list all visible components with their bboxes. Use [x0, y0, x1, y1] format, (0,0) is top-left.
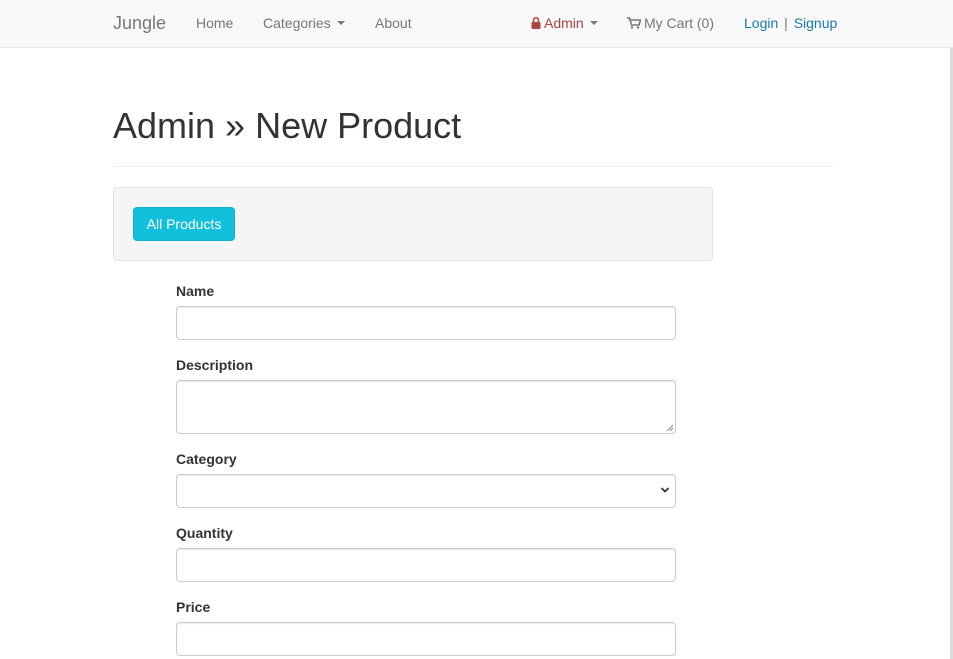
signup-link[interactable]: Signup	[794, 15, 838, 31]
cart-icon	[627, 17, 641, 29]
resize-grip-icon[interactable]	[666, 424, 674, 432]
nav-home-label: Home	[196, 15, 234, 31]
quantity-input[interactable]	[176, 548, 676, 582]
name-input[interactable]	[176, 306, 676, 340]
category-label: Category	[176, 451, 237, 467]
caret-down-icon	[336, 21, 345, 25]
brand-link[interactable]: Jungle	[113, 13, 166, 34]
nav-home-link[interactable]: Home	[196, 15, 233, 31]
nav-categories-label: Categories	[263, 15, 331, 31]
nav-admin-dropdown[interactable]: Admin	[531, 15, 598, 31]
auth-separator: |	[784, 15, 788, 31]
chevron-down-icon	[660, 487, 670, 493]
caret-down-icon	[589, 21, 598, 25]
description-textarea[interactable]	[176, 380, 676, 434]
category-select-box[interactable]	[176, 474, 676, 508]
lock-icon	[531, 17, 541, 29]
all-products-button[interactable]: All Products	[133, 207, 235, 241]
nav-categories-dropdown[interactable]: Categories	[263, 15, 345, 31]
quantity-label: Quantity	[176, 525, 233, 541]
description-container	[176, 380, 676, 434]
nav-about-link[interactable]: About	[375, 15, 412, 31]
nav-cart-link[interactable]: My Cart (0)	[627, 15, 714, 31]
login-link[interactable]: Login	[744, 15, 778, 31]
description-label: Description	[176, 357, 254, 373]
nav-cart-label: My Cart (0)	[644, 15, 714, 31]
title-divider	[113, 166, 833, 167]
navbar: Jungle Home Categories About Admin My Ca…	[0, 0, 953, 48]
category-select[interactable]	[176, 474, 676, 508]
price-input[interactable]	[176, 622, 676, 656]
name-label: Name	[176, 283, 215, 299]
auth-links: Login | Signup	[744, 15, 837, 31]
nav-about-label: About	[375, 15, 412, 31]
price-label: Price	[176, 599, 211, 615]
page-title: Admin » New Product	[113, 105, 462, 146]
nav-admin-label: Admin	[544, 15, 584, 31]
toolbar-well: All Products	[113, 187, 713, 261]
